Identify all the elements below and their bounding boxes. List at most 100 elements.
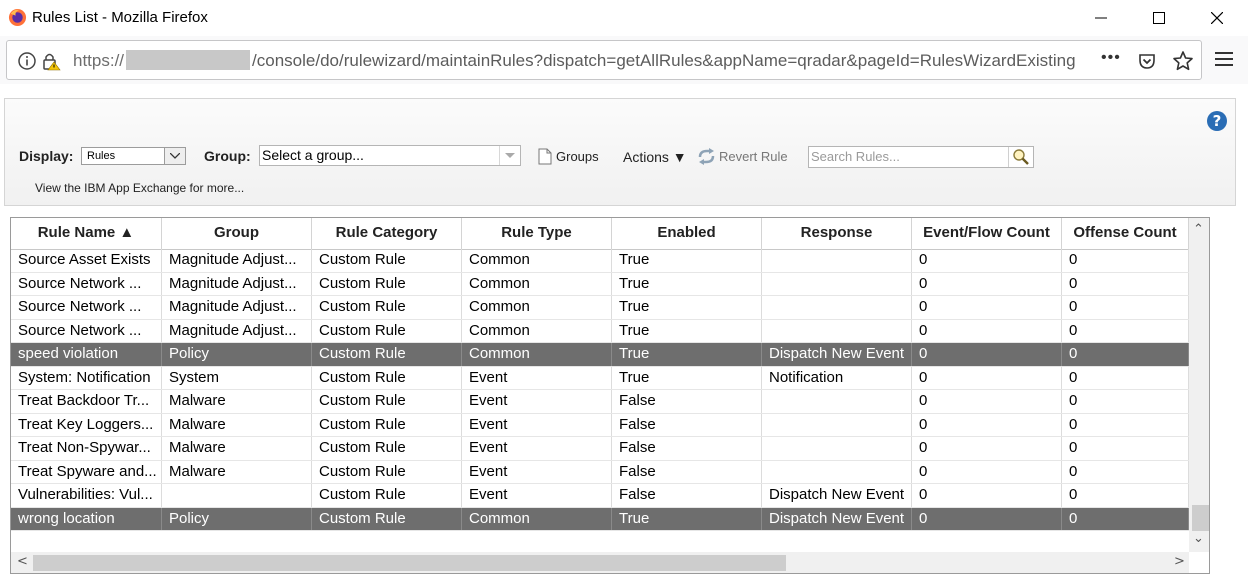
insecure-lock-icon[interactable] <box>41 51 61 71</box>
cell-rule-category: Custom Rule <box>312 343 462 366</box>
cell-rule-type: Event <box>462 390 612 413</box>
cell-group: Malware <box>162 390 312 413</box>
search-button[interactable] <box>1008 147 1033 167</box>
table-row[interactable]: System: Notification System Custom Rule Eve… <box>11 366 1189 390</box>
cell-rule-type: Common <box>462 343 612 366</box>
cell-response <box>762 272 912 295</box>
chevron-down-icon <box>499 146 520 165</box>
chevron-down-icon <box>164 148 185 164</box>
help-icon[interactable]: ? <box>1207 111 1227 131</box>
table-row[interactable]: Vulnerabilities: Vul... Custom Rule Event F… <box>11 484 1189 508</box>
column-header-offense-count[interactable]: Offense Count <box>1062 218 1189 249</box>
close-icon <box>1211 12 1223 24</box>
cell-enabled: True <box>612 296 762 319</box>
column-header-rule-name[interactable]: Rule Name ▲ <box>11 218 162 249</box>
cell-response <box>762 460 912 483</box>
cell-offense-count: 0 <box>1062 437 1189 460</box>
hamburger-menu-icon[interactable] <box>1212 47 1236 71</box>
navigation-bar: https:// /console/do/rulewizard/maintainR… <box>0 36 1248 84</box>
cell-rule-category: Custom Rule <box>312 390 462 413</box>
document-icon <box>538 148 552 165</box>
column-header-group[interactable]: Group <box>162 218 312 249</box>
scroll-down-icon[interactable]: ⌄ <box>1193 531 1204 546</box>
table-row[interactable]: speed violation Policy Custom Rule Common Tr… <box>11 343 1189 367</box>
column-header-rule-category[interactable]: Rule Category <box>312 218 462 249</box>
cell-event-flow-count: 0 <box>912 366 1062 389</box>
cell-rule-name: System: Notification <box>11 366 162 389</box>
cell-group: Magnitude Adjust... <box>162 272 312 295</box>
table-row[interactable]: Treat Key Loggers... Malware Custom Rule Ev… <box>11 413 1189 437</box>
column-header-enabled[interactable]: Enabled <box>612 218 762 249</box>
column-header-event-flow-count[interactable]: Event/Flow Count <box>912 218 1062 249</box>
minimize-button[interactable] <box>1072 0 1130 36</box>
table-row[interactable]: Source Network ... Magnitude Adjust... Cus… <box>11 272 1189 296</box>
cell-event-flow-count: 0 <box>912 343 1062 366</box>
maximize-button[interactable] <box>1130 0 1188 36</box>
group-label: Group: <box>204 148 251 164</box>
revert-rule-label: Revert Rule <box>719 149 788 164</box>
pocket-icon[interactable] <box>1137 51 1157 71</box>
cell-response: Notification <box>762 366 912 389</box>
close-button[interactable] <box>1188 0 1246 36</box>
scroll-left-icon[interactable]: < <box>17 554 28 569</box>
cell-enabled: False <box>612 484 762 507</box>
cell-offense-count: 0 <box>1062 366 1189 389</box>
cell-offense-count: 0 <box>1062 343 1189 366</box>
scroll-right-icon[interactable]: > <box>1174 554 1185 569</box>
table-row[interactable]: wrong location Policy Custom Rule Common Tru… <box>11 507 1189 531</box>
group-select[interactable]: Select a group... <box>259 145 521 166</box>
app-exchange-link[interactable]: View the IBM App Exchange for more... <box>35 181 244 195</box>
column-header-response[interactable]: Response <box>762 218 912 249</box>
cell-group: Malware <box>162 437 312 460</box>
cell-rule-name: Source Network ... <box>11 319 162 342</box>
cell-rule-category: Custom Rule <box>312 413 462 436</box>
cell-enabled: False <box>612 390 762 413</box>
cell-response <box>762 437 912 460</box>
scroll-up-icon[interactable]: ⌃ <box>1193 222 1204 237</box>
cell-response <box>762 413 912 436</box>
redacted-host <box>126 50 251 70</box>
info-icon[interactable] <box>17 51 37 71</box>
table-row[interactable]: Treat Spyware and... Malware Custom Rule Ev… <box>11 460 1189 484</box>
cell-enabled: True <box>612 319 762 342</box>
search-rules-input[interactable]: Search Rules... <box>808 146 1034 168</box>
cell-rule-category: Custom Rule <box>312 484 462 507</box>
cell-offense-count: 0 <box>1062 319 1189 342</box>
url-protocol: https:// <box>73 51 125 70</box>
table-row[interactable]: Treat Backdoor Tr... Malware Custom Rule Ev… <box>11 390 1189 414</box>
actions-menu[interactable]: Actions ▼ <box>623 149 687 165</box>
cell-event-flow-count: 0 <box>912 296 1062 319</box>
table-row[interactable]: Source Asset Exists Magnitude Adjust... Cu… <box>11 249 1189 273</box>
cell-response: Dispatch New Event <box>762 343 912 366</box>
page-actions-menu[interactable]: ••• <box>1101 49 1121 67</box>
cell-offense-count: 0 <box>1062 460 1189 483</box>
column-header-rule-type[interactable]: Rule Type <box>462 218 612 249</box>
search-icon <box>1013 149 1029 165</box>
cell-rule-name: Treat Backdoor Tr... <box>11 390 162 413</box>
cell-enabled: True <box>612 366 762 389</box>
display-select[interactable]: Rules <box>81 147 186 165</box>
cell-response: Dispatch New Event <box>762 507 912 530</box>
cell-rule-type: Event <box>462 413 612 436</box>
table-row[interactable]: Treat Non-Spywar... Malware Custom Rule Eve… <box>11 437 1189 461</box>
cell-event-flow-count: 0 <box>912 413 1062 436</box>
horizontal-scroll-thumb[interactable] <box>33 555 786 571</box>
cell-rule-category: Custom Rule <box>312 366 462 389</box>
bookmark-star-icon[interactable] <box>1172 50 1194 72</box>
url-bar[interactable]: https:// /console/do/rulewizard/maintainR… <box>6 40 1202 80</box>
title-bar: Rules List - Mozilla Firefox <box>0 0 1248 36</box>
groups-button[interactable]: Groups <box>538 148 599 165</box>
cell-rule-type: Common <box>462 296 612 319</box>
table-row[interactable]: Source Network ... Magnitude Adjust... Cus… <box>11 296 1189 320</box>
vertical-scrollbar[interactable] <box>1189 218 1209 552</box>
cell-offense-count: 0 <box>1062 507 1189 530</box>
table-row[interactable]: Source Network ... Magnitude Adjust... Cus… <box>11 319 1189 343</box>
cell-group: Policy <box>162 343 312 366</box>
cell-rule-name: Treat Key Loggers... <box>11 413 162 436</box>
cell-rule-name: Vulnerabilities: Vul... <box>11 484 162 507</box>
url-text[interactable]: https:// /console/do/rulewizard/maintainR… <box>73 50 1095 71</box>
cell-enabled: False <box>612 413 762 436</box>
revert-rule-button[interactable]: Revert Rule <box>697 148 788 165</box>
vertical-scroll-thumb[interactable] <box>1192 505 1209 531</box>
cell-offense-count: 0 <box>1062 296 1189 319</box>
